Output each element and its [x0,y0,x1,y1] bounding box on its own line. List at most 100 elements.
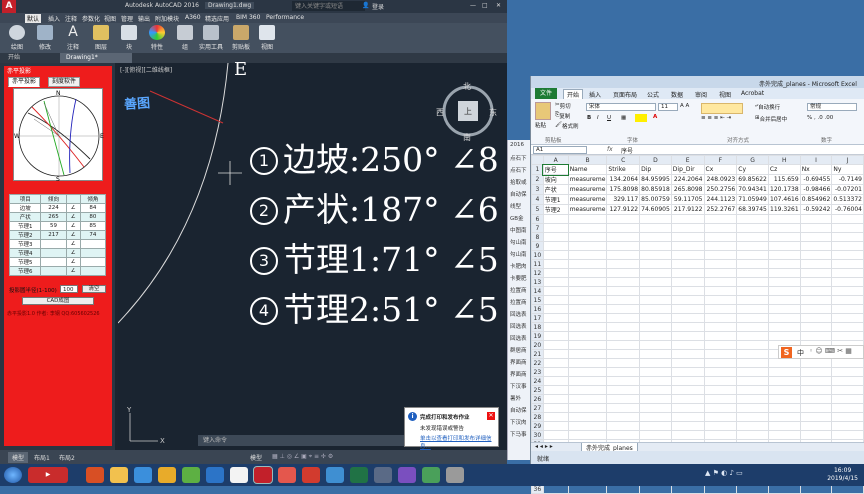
cell[interactable] [736,241,769,251]
cell[interactable] [831,232,864,242]
app-icon-11[interactable] [398,467,416,483]
cell[interactable] [639,268,672,278]
cell[interactable] [606,223,641,233]
app-icon-5[interactable] [182,467,200,483]
copy-button[interactable]: ⎘ 复制 [555,112,570,120]
cell[interactable] [542,214,569,224]
cell[interactable] [736,376,769,386]
modify-button[interactable]: 修改 [32,25,58,51]
cell[interactable] [567,259,608,269]
list-item[interactable]: GB金 [510,214,524,222]
cell[interactable] [799,286,833,296]
cell[interactable] [567,358,608,368]
cell[interactable] [670,331,705,341]
cell[interactable] [606,394,641,404]
row-header[interactable]: 10 [531,250,544,260]
cell[interactable] [567,313,608,323]
cell[interactable] [799,412,833,422]
cell[interactable] [567,340,608,350]
cell[interactable] [831,268,864,278]
font-select[interactable]: 宋体 [586,103,656,111]
cell[interactable]: measureme [567,194,608,205]
cell[interactable] [639,241,672,251]
tab-scale-software[interactable]: 刻度软件 [48,77,81,87]
doc-tab-drawing1[interactable]: Drawing1* [60,53,132,63]
app-icon-2[interactable] [86,467,104,483]
cell[interactable] [567,322,608,332]
cell[interactable] [736,340,769,350]
system-clock[interactable]: 16:09 2019/4/15 [827,467,858,483]
cell[interactable]: Cx [703,164,738,175]
cell[interactable] [670,223,705,233]
cell[interactable]: 59.11705 [670,194,705,205]
cell[interactable] [639,259,672,269]
cell[interactable] [703,385,738,395]
cell[interactable] [767,232,801,242]
cell[interactable] [542,412,569,422]
app-icon-1[interactable]: ▶ [28,467,68,483]
column-header[interactable] [531,155,544,165]
list-item[interactable]: 点石下 [510,166,527,174]
cell[interactable] [703,286,738,296]
cell[interactable]: 80.85918 [639,184,672,195]
cell[interactable] [542,232,569,242]
excel-taskbar-icon[interactable] [350,467,368,483]
cell[interactable] [799,430,833,440]
cell[interactable] [670,412,705,422]
cell[interactable] [639,367,672,377]
underline-button[interactable]: U [607,115,611,121]
cell[interactable] [670,385,705,395]
ime-mode[interactable]: 中 [797,348,804,358]
cell[interactable]: Dip [639,164,672,175]
cell[interactable]: 0.513372 [831,194,864,205]
cell[interactable] [799,331,833,341]
folder-icon[interactable] [110,467,128,483]
cell[interactable]: 134.2064 [606,174,641,185]
cell[interactable] [606,277,641,287]
cell[interactable] [736,313,769,323]
row-header[interactable]: 22 [531,358,544,368]
cell[interactable] [703,340,738,350]
cell[interactable]: measureme [567,184,608,195]
cad-output-button[interactable]: CAD成图 [22,297,94,305]
cell[interactable] [767,421,801,431]
app-icon-3[interactable] [134,467,152,483]
cell[interactable]: 坡向 [542,174,569,185]
close-button[interactable]: ✕ [496,2,501,9]
cell[interactable] [639,412,672,422]
cell[interactable] [670,322,705,332]
cell[interactable] [670,349,705,359]
column-header[interactable]: G [736,155,769,165]
cell[interactable] [799,250,833,260]
cell[interactable] [606,349,641,359]
cell[interactable] [567,403,608,413]
block-button[interactable]: 块 [116,25,142,51]
cell[interactable]: 175.8098 [606,184,641,195]
cell[interactable] [670,358,705,368]
cell[interactable] [799,385,833,395]
cell[interactable]: Name [567,164,608,175]
cell[interactable] [567,394,608,404]
cell[interactable] [799,241,833,251]
cell[interactable] [831,241,864,251]
column-header[interactable]: J [831,155,864,165]
cell[interactable] [799,214,833,224]
cell[interactable] [639,340,672,350]
cell[interactable] [542,385,569,395]
cell[interactable] [567,295,608,305]
cell[interactable]: 265.8098 [670,184,705,195]
cell[interactable] [703,223,738,233]
row-header[interactable]: 20 [531,340,544,350]
cell[interactable]: -0.59242 [799,204,833,215]
cell[interactable] [606,259,641,269]
tab-review[interactable]: 审阅 [695,90,707,99]
row-header[interactable]: 15 [531,295,544,305]
cell[interactable]: Strike [606,164,641,175]
column-header[interactable]: I [799,155,833,165]
cell[interactable]: Ny [831,164,864,175]
viewcube-top[interactable]: 上 [464,106,472,117]
cell[interactable] [767,259,801,269]
cell[interactable] [703,268,738,278]
cell[interactable] [703,304,738,314]
cell[interactable] [542,394,569,404]
